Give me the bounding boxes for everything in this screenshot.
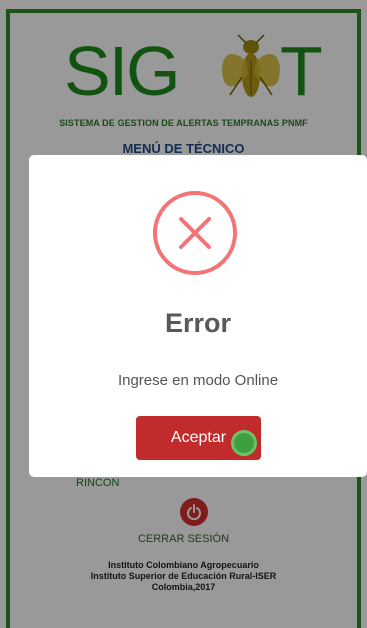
error-x-icon (153, 191, 237, 275)
dialog-title: Error (164, 308, 232, 338)
error-dialog: Error Ingrese en modo Online Aceptar (29, 155, 367, 477)
dialog-message: Ingrese en modo Online (117, 372, 279, 389)
touch-indicator (231, 430, 257, 456)
